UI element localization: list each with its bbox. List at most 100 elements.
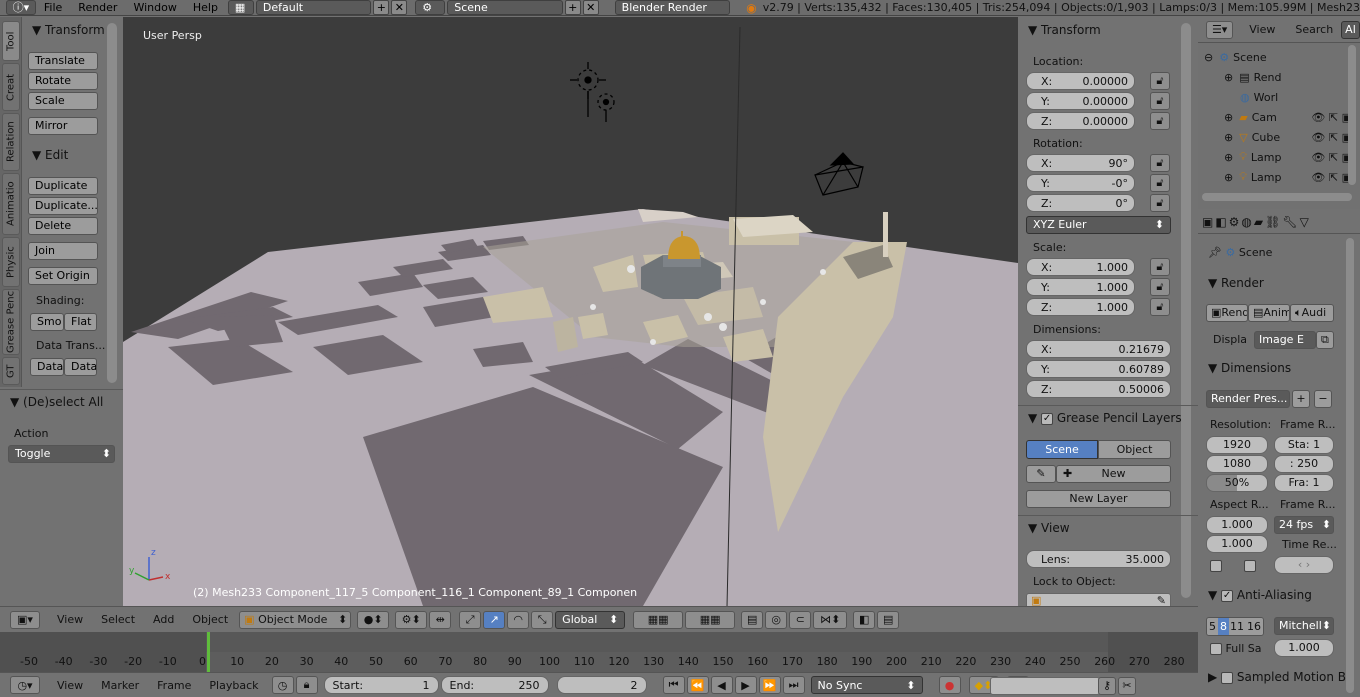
remove-preset-icon[interactable]: − (1314, 390, 1332, 408)
shade-smooth-button[interactable]: Smo (30, 313, 64, 331)
tab-create[interactable]: Creat (2, 63, 20, 111)
resolution-y-field[interactable]: 1080 (1206, 455, 1268, 473)
start-frame-field[interactable]: Start: 1 (323, 676, 439, 694)
timeline-menu-playback[interactable]: Playback (200, 679, 267, 692)
delete-button[interactable]: Delete (28, 217, 98, 235)
lock-icon[interactable]: 🔓︎ (1150, 72, 1170, 90)
dimension-y-field[interactable]: Y: 0.60789 (1026, 360, 1171, 378)
data-layout-button[interactable]: Data (64, 358, 97, 376)
location-z-field[interactable]: Z: 0.00000 (1026, 112, 1135, 130)
menu-file[interactable]: File (36, 1, 70, 14)
info-editor-icon[interactable]: ⓘ▾ (6, 0, 36, 15)
properties-context-tabs[interactable]: ▣◧⚙◍▰⛓🔧︎▽ (1198, 210, 1360, 234)
edit-panel-header[interactable]: ▼ Edit (32, 148, 68, 162)
frame-start-field[interactable]: Sta: 1 (1274, 436, 1334, 454)
menu-render[interactable]: Render (70, 1, 125, 14)
play-reverse-icon[interactable]: ◀ (710, 676, 733, 694)
join-button[interactable]: Join (28, 242, 98, 260)
remove-layout-icon[interactable]: ✕ (391, 0, 408, 15)
end-frame-field[interactable]: End: 250 (440, 676, 549, 694)
pencil-icon[interactable]: ✎ (1026, 465, 1056, 483)
duplicate-linked-button[interactable]: Duplicate... (28, 197, 98, 215)
resolution-x-field[interactable]: 1920 (1206, 436, 1268, 454)
timeline-editor-icon[interactable]: ◷▾ (10, 676, 40, 694)
shade-flat-button[interactable]: Flat (64, 313, 97, 331)
lock-icon[interactable]: 🔓︎ (1150, 154, 1170, 172)
lock-icon[interactable]: 🔓︎ (1150, 258, 1170, 276)
jump-start-icon[interactable]: ⏮ (662, 676, 685, 694)
delete-keyframe-icon[interactable]: ✂ (1118, 677, 1136, 695)
render-animation-icon[interactable]: ▤ (877, 610, 900, 629)
pivot-point-icon[interactable]: ⚙⬍ (395, 610, 428, 629)
sync-mode-select[interactable]: No Sync ⬍ (810, 676, 923, 694)
play-icon[interactable]: ▶ (734, 676, 757, 694)
lock-range-icon[interactable]: 🔒︎ (295, 676, 318, 694)
snap-icon[interactable]: ⊂ (789, 610, 812, 629)
crop-checkbox[interactable] (1244, 559, 1256, 572)
lock-icon[interactable]: 🔓︎ (1150, 174, 1170, 192)
tab-physics[interactable]: Physic (2, 237, 20, 287)
current-frame-indicator[interactable] (207, 632, 210, 672)
outliner-row-scene[interactable]: ⊖ ⚙ Scene (1198, 47, 1360, 67)
properties-scrollbar[interactable] (1346, 238, 1354, 693)
outliner-row-cube[interactable]: ⊕ ▽ Cube 👁︎ ⇱ ▣ (1198, 127, 1360, 147)
frame-end-field[interactable]: : 250 (1274, 455, 1334, 473)
add-scene-icon[interactable]: + (564, 0, 581, 15)
manipulator-icon[interactable]: ⇹ (429, 610, 452, 629)
view-panel-header[interactable]: ▼ View (1028, 521, 1070, 535)
outliner-editor-icon[interactable]: ☰▾ (1206, 20, 1234, 39)
lock-icon[interactable]: 🔓︎ (1150, 194, 1170, 212)
outliner-row-lamp[interactable]: ⊕ 💡︎ Lamp 👁︎ ⇱ ▣ (1198, 167, 1360, 187)
filter-select[interactable]: Mitchell ⬍ (1274, 617, 1334, 635)
translate-button[interactable]: Translate (28, 52, 98, 70)
current-frame-field[interactable]: 2 (556, 676, 647, 694)
outliner-row-render[interactable]: ⊕ ▤ Rend (1198, 67, 1360, 87)
scale-button[interactable]: Scale (28, 92, 98, 110)
rotation-x-field[interactable]: X: 90° (1026, 154, 1135, 172)
mode-select[interactable]: ▣ Object Mode ⬍ (239, 610, 352, 629)
scene-layers-icon[interactable]: ▦▦ (633, 610, 684, 629)
aa-samples-selector[interactable]: 5 8 11 16 (1206, 617, 1264, 636)
lock-icon[interactable]: 🔓︎ (1150, 298, 1170, 316)
new-layer-button[interactable]: New Layer (1026, 490, 1171, 508)
tab-tool[interactable]: Tool (2, 21, 20, 61)
jump-keyframe-back-icon[interactable]: ⏪ (686, 676, 709, 694)
data-transfer-button[interactable]: Data (30, 358, 64, 376)
n-panel-scrollbar[interactable] (1181, 23, 1191, 598)
outliner-search-menu[interactable]: Search (1295, 23, 1333, 36)
motion-blur-header[interactable]: ▶ Sampled Motion B (1208, 670, 1346, 684)
translate-manipulator-icon[interactable]: ⤢ (459, 610, 482, 629)
outliner-row-camera[interactable]: ⊕ ▰ Cam 👁︎ ⇱ ▣ (1198, 107, 1360, 127)
new-gpencil-button[interactable]: ✚ New (1056, 465, 1171, 483)
outliner-view-menu[interactable]: View (1249, 23, 1275, 36)
deselect-all-header[interactable]: ▼ (De)select All (10, 395, 103, 409)
outliner-vscrollbar[interactable] (1348, 45, 1356, 185)
insert-keyframe-icon[interactable]: ⚷ (1098, 677, 1116, 695)
menu-object[interactable]: Object (183, 613, 237, 626)
outliner-display-select[interactable]: Al (1341, 20, 1360, 39)
location-y-field[interactable]: Y: 0.00000 (1026, 92, 1135, 110)
lock-object-field[interactable]: ▣ ✎ (1026, 593, 1171, 606)
add-preset-icon[interactable]: + (1292, 390, 1310, 408)
scale-x-field[interactable]: X: 1.000 (1026, 258, 1135, 276)
aspect-x-field[interactable]: 1.000 (1206, 516, 1268, 534)
tab-animation[interactable]: Animatio (2, 173, 20, 235)
visibility-icon[interactable]: 👁︎ ⇱ ▣ (1311, 171, 1352, 184)
lock-icon[interactable]: 🔓︎ (1150, 112, 1170, 130)
menu-select[interactable]: Select (92, 613, 144, 626)
visibility-icon[interactable]: 👁︎ ⇱ ▣ (1311, 111, 1352, 124)
snap-element-icon[interactable]: ⋈⬍ (813, 610, 848, 629)
border-checkbox[interactable] (1210, 559, 1222, 572)
remove-scene-icon[interactable]: ✕ (582, 0, 599, 15)
mirror-button[interactable]: Mirror (28, 117, 98, 135)
timeline-menu-frame[interactable]: Frame (148, 679, 200, 692)
record-icon[interactable]: ● (938, 676, 961, 694)
outliner-hscrollbar[interactable] (1202, 193, 1352, 201)
duplicate-button[interactable]: Duplicate (28, 177, 98, 195)
shading-mode-icon[interactable]: ●⬍ (357, 610, 390, 629)
set-origin-select[interactable]: Set Origin ⬍ (28, 267, 98, 285)
lock-icon[interactable]: 🔓︎ (1150, 92, 1170, 110)
rotate-widget-icon[interactable]: ◠ (507, 610, 530, 629)
resolution-percentage-slider[interactable]: 50% (1206, 474, 1268, 492)
frame-step-field[interactable]: Fra: 1 (1274, 474, 1334, 492)
